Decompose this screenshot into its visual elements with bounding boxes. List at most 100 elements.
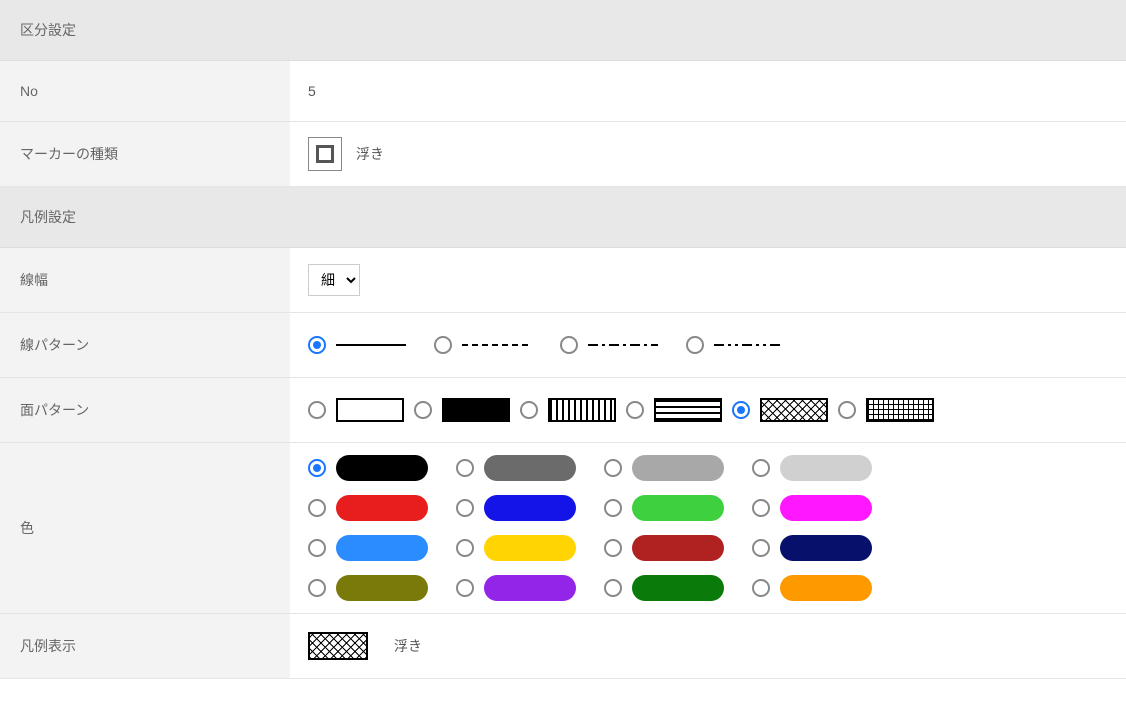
marker-type-value: 浮き <box>356 144 384 164</box>
color-swatch <box>780 455 872 481</box>
label-line-width: 線幅 <box>0 248 290 312</box>
row-fill-pattern: 面パターン <box>0 378 1126 443</box>
color-option <box>308 455 428 481</box>
label-marker-type: マーカーの種類 <box>0 122 290 186</box>
color-option <box>456 535 576 561</box>
marker-icon <box>308 137 342 171</box>
color-option <box>604 575 724 601</box>
fill-solid-icon <box>442 398 510 422</box>
color-radio[interactable] <box>308 459 326 477</box>
color-swatch <box>336 455 428 481</box>
value-marker-type: 浮き <box>290 122 1126 186</box>
color-radio[interactable] <box>456 499 474 517</box>
row-color: 色 <box>0 443 1126 614</box>
label-line-pattern: 線パターン <box>0 313 290 377</box>
color-option <box>752 575 872 601</box>
color-swatch <box>336 535 428 561</box>
label-legend-display: 凡例表示 <box>0 614 290 678</box>
legend-pattern-icon <box>308 632 368 660</box>
label-fill-pattern: 面パターン <box>0 378 290 442</box>
color-swatch <box>336 575 428 601</box>
line-dashdot-icon <box>588 343 658 347</box>
row-line-pattern: 線パターン <box>0 313 1126 378</box>
value-color <box>290 443 1126 613</box>
value-line-pattern <box>290 313 1126 377</box>
color-swatch <box>484 575 576 601</box>
color-radio[interactable] <box>752 579 770 597</box>
row-no: No 5 <box>0 61 1126 122</box>
line-pattern-radio-dashdot[interactable] <box>560 336 578 354</box>
value-line-width: 細 <box>290 248 1126 312</box>
fill-pattern-radio-solid[interactable] <box>414 401 432 419</box>
fill-pattern-radio-vertical[interactable] <box>520 401 538 419</box>
color-radio[interactable] <box>308 579 326 597</box>
section-header-division: 区分設定 <box>0 0 1126 61</box>
fill-none-icon <box>336 398 404 422</box>
color-radio[interactable] <box>604 579 622 597</box>
fill-crosshatch-icon <box>760 398 828 422</box>
color-radio[interactable] <box>752 539 770 557</box>
line-pattern-radio-solid[interactable] <box>308 336 326 354</box>
color-radio[interactable] <box>456 459 474 477</box>
fill-grid-icon <box>866 398 934 422</box>
color-option <box>604 455 724 481</box>
color-option <box>604 495 724 521</box>
color-option <box>752 495 872 521</box>
fill-pattern-radio-none[interactable] <box>308 401 326 419</box>
color-radio[interactable] <box>308 539 326 557</box>
color-radio[interactable] <box>604 459 622 477</box>
color-option <box>752 535 872 561</box>
no-value: 5 <box>308 83 316 99</box>
color-option <box>604 535 724 561</box>
value-no: 5 <box>290 61 1126 121</box>
color-radio[interactable] <box>456 579 474 597</box>
legend-display-value: 浮き <box>394 636 422 656</box>
section-title: 凡例設定 <box>20 209 76 225</box>
label-no: No <box>0 61 290 121</box>
color-option <box>308 535 428 561</box>
line-width-select[interactable]: 細 <box>308 264 360 296</box>
color-option <box>308 495 428 521</box>
color-radio[interactable] <box>308 499 326 517</box>
color-radio[interactable] <box>604 499 622 517</box>
line-solid-icon <box>336 343 406 347</box>
line-pattern-radio-dashdotdot[interactable] <box>686 336 704 354</box>
color-swatch <box>632 455 724 481</box>
color-swatch <box>632 575 724 601</box>
section-header-legend: 凡例設定 <box>0 187 1126 248</box>
fill-horizontal-lines-icon <box>654 398 722 422</box>
row-legend-display: 凡例表示 浮き <box>0 614 1126 679</box>
color-swatch <box>336 495 428 521</box>
color-swatch <box>780 535 872 561</box>
color-option <box>456 495 576 521</box>
color-swatch <box>780 495 872 521</box>
fill-vertical-lines-icon <box>548 398 616 422</box>
color-radio[interactable] <box>752 499 770 517</box>
color-option <box>456 455 576 481</box>
color-swatch <box>632 495 724 521</box>
line-dashed-icon <box>462 343 532 347</box>
color-option <box>308 575 428 601</box>
color-option <box>752 455 872 481</box>
color-swatch <box>484 535 576 561</box>
color-swatch <box>484 495 576 521</box>
value-legend-display: 浮き <box>290 614 1126 678</box>
color-radio[interactable] <box>604 539 622 557</box>
row-marker-type: マーカーの種類 浮き <box>0 122 1126 187</box>
color-swatch <box>484 455 576 481</box>
fill-pattern-radio-crosshatch[interactable] <box>732 401 750 419</box>
square-outline-icon <box>316 145 334 163</box>
color-radio[interactable] <box>752 459 770 477</box>
line-dashdotdot-icon <box>714 343 784 347</box>
row-line-width: 線幅 細 <box>0 248 1126 313</box>
section-title: 区分設定 <box>20 22 76 38</box>
color-option <box>456 575 576 601</box>
value-fill-pattern <box>290 378 1126 442</box>
fill-pattern-radio-horizontal[interactable] <box>626 401 644 419</box>
color-swatch <box>632 535 724 561</box>
fill-pattern-radio-grid[interactable] <box>838 401 856 419</box>
color-swatch <box>780 575 872 601</box>
color-radio[interactable] <box>456 539 474 557</box>
label-color: 色 <box>0 443 290 613</box>
line-pattern-radio-dashed[interactable] <box>434 336 452 354</box>
